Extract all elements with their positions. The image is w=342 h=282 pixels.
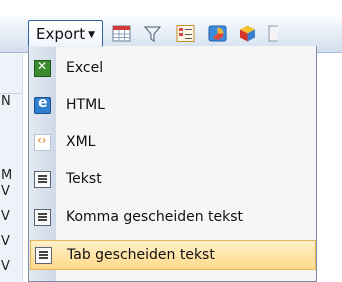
menu-item-label: HTML — [66, 97, 105, 113]
cube-icon[interactable] — [238, 24, 257, 43]
filter-icon[interactable] — [143, 24, 162, 43]
html-icon — [34, 95, 51, 114]
menu-item-label: Tab gescheiden tekst — [67, 247, 215, 263]
overflow-icon[interactable] — [268, 24, 278, 43]
excel-icon — [34, 59, 51, 77]
chevron-down-icon: ▼ — [88, 30, 96, 40]
table-grid-icon[interactable] — [112, 24, 131, 43]
grid-cell: V — [1, 259, 10, 274]
menu-item-tekst[interactable]: Tekst — [30, 165, 316, 195]
menu-item-label: Excel — [66, 60, 104, 76]
grid-cell: N — [1, 94, 11, 109]
export-button-label: Export — [36, 25, 86, 43]
menu-item-label: Tekst — [66, 171, 102, 187]
background-grid: N M V V V V — [0, 53, 23, 282]
menu-item-label: XML — [66, 134, 96, 150]
menu-item-komma-gescheiden-tekst[interactable]: Komma gescheiden tekst — [30, 203, 316, 233]
menu-item-label: Komma gescheiden tekst — [66, 209, 244, 225]
export-menu: Excel HTML XML Tekst Komma gescheiden te… — [28, 46, 317, 282]
text-file-icon — [34, 209, 51, 226]
menu-item-excel[interactable]: Excel — [30, 54, 316, 84]
list-icon[interactable] — [176, 24, 195, 43]
text-file-icon — [35, 247, 52, 264]
chart-icon[interactable] — [208, 24, 227, 43]
xml-icon — [34, 133, 51, 151]
menu-item-tab-gescheiden-tekst[interactable]: Tab gescheiden tekst — [30, 240, 316, 270]
text-file-icon — [34, 171, 51, 188]
grid-cell: V — [1, 234, 10, 249]
grid-cell: V — [1, 209, 10, 224]
grid-cell: V — [1, 184, 10, 199]
menu-item-html[interactable]: HTML — [30, 91, 316, 121]
export-dropdown-button[interactable]: Export ▼ — [28, 20, 104, 47]
menu-item-xml[interactable]: XML — [30, 128, 316, 158]
grid-cell: M — [1, 168, 13, 183]
